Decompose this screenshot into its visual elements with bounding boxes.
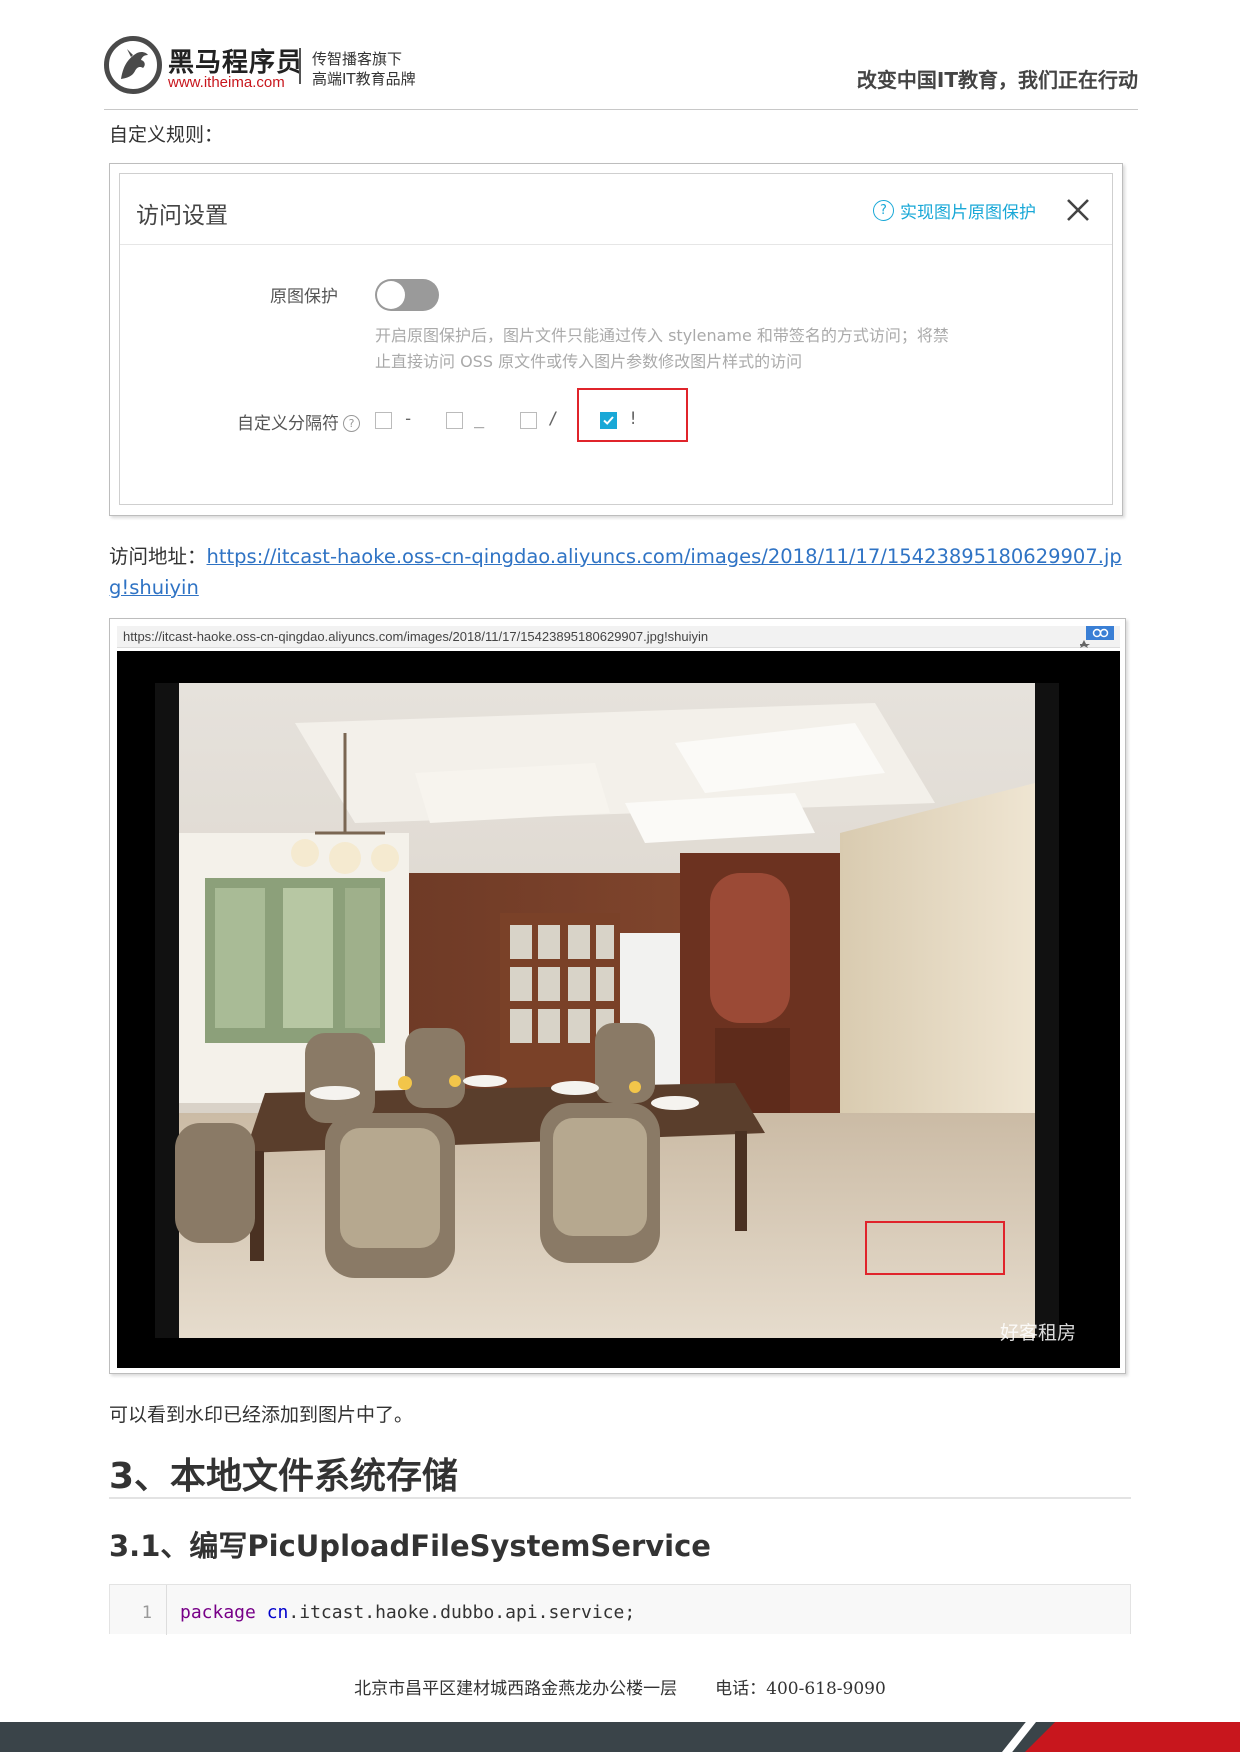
protect-label: 原图保护: [270, 287, 338, 307]
separator-help-icon[interactable]: ?: [343, 415, 360, 432]
close-icon[interactable]: [1064, 196, 1092, 224]
subsection-heading: 3.1、编写PicUploadFileSystemService: [109, 1529, 711, 1563]
intro-label: 自定义规则：: [109, 124, 224, 146]
note-paragraph: 可以看到水印已经添加到图片中了。: [109, 1404, 414, 1426]
access-url-paragraph: 访问地址：https://itcast-haoke.oss-cn-qingdao…: [109, 541, 1134, 603]
help-circle-icon: ?: [873, 199, 894, 221]
separator-checkbox-slash[interactable]: [520, 412, 537, 429]
code-package-root: cn: [266, 1602, 289, 1623]
page-header: 黑马程序员 www.itheima.com 传智播客旗下 高端IT教育品牌 改变…: [104, 34, 1138, 110]
address-bar-url: https://itcast-haoke.oss-cn-qingdao.aliy…: [123, 629, 709, 644]
separator-symbol-dash: -: [403, 409, 414, 429]
toggle-knob: [377, 281, 405, 309]
horse-logo-icon: [104, 36, 162, 94]
dialog-header-divider: [120, 244, 1112, 245]
separator-label-row: 自定义分隔符?: [210, 409, 360, 434]
footer-address: 北京市昌平区建材城西路金燕龙办公楼一层: [354, 1679, 678, 1699]
protect-toggle[interactable]: [375, 279, 439, 311]
separator-checkbox-dash[interactable]: [375, 412, 392, 429]
protect-description-line-2: 止直接访问 OSS 原文件或传入图片参数修改图片样式的访问: [375, 352, 803, 371]
access-settings-dialog: 访问设置 ? 实现图片原图保护 原图保护 开启原图保护后，图片文件只能通过传入 …: [119, 173, 1113, 505]
separator-label: 自定义分隔符: [237, 414, 339, 434]
help-link-label: 实现图片原图保护: [900, 202, 1036, 223]
highlight-box: [577, 388, 688, 442]
dialog-screenshot: 访问设置 ? 实现图片原图保护 原图保护 开启原图保护后，图片文件只能通过传入 …: [109, 163, 1123, 516]
code-line-1: package cn.itcast.haoke.dubbo.api.servic…: [180, 1602, 635, 1623]
watermark-text: 好客租房: [1000, 1322, 1077, 1344]
logo-url: www.itheima.com: [168, 74, 285, 91]
protect-description-line-1: 开启原图保护后，图片文件只能通过传入 stylename 和带签名的方式访问；将…: [375, 326, 949, 345]
section-heading: 3、本地文件系统存储: [109, 1456, 459, 1497]
logo-divider: [299, 48, 301, 84]
separator-symbol-underscore: _: [474, 409, 485, 429]
footer-red-accent: [1025, 1722, 1240, 1752]
help-link[interactable]: ? 实现图片原图保护: [873, 198, 1036, 223]
itheima-logo: 黑马程序员 www.itheima.com 传智播客旗下 高端IT教育品牌: [104, 34, 434, 98]
section-heading-rule: [109, 1497, 1131, 1499]
separator-checkbox-underscore[interactable]: [446, 412, 463, 429]
logo-tagline-2: 高端IT教育品牌: [312, 70, 416, 88]
footer-contact: 北京市昌平区建材城西路金燕龙办公楼一层 电话：400-618-9090: [0, 1674, 1240, 1699]
image-viewer: [117, 651, 1120, 1368]
line-number: 1: [110, 1585, 167, 1635]
footer-phone: 电话：400-618-9090: [715, 1679, 886, 1699]
browser-screenshot: https://itcast-haoke.oss-cn-qingdao.aliy…: [109, 618, 1126, 1374]
code-block: 1 package cn.itcast.haoke.dubbo.api.serv…: [109, 1584, 1131, 1635]
watermark-highlight-box: [865, 1221, 1005, 1275]
extension-icon[interactable]: [1080, 626, 1114, 648]
code-package-rest: .itcast.haoke.dubbo.api.service;: [288, 1602, 636, 1623]
logo-tagline-1: 传智播客旗下: [312, 50, 403, 68]
header-slogan: 改变中国IT教育，我们正在行动: [856, 68, 1138, 92]
access-url-label: 访问地址：: [109, 545, 207, 568]
access-url-link[interactable]: https://itcast-haoke.oss-cn-qingdao.aliy…: [109, 545, 1122, 599]
separator-symbol-slash: /: [548, 409, 559, 429]
address-bar[interactable]: https://itcast-haoke.oss-cn-qingdao.aliy…: [117, 626, 1120, 648]
dialog-title: 访问设置: [136, 203, 228, 229]
code-keyword: package: [180, 1602, 256, 1623]
